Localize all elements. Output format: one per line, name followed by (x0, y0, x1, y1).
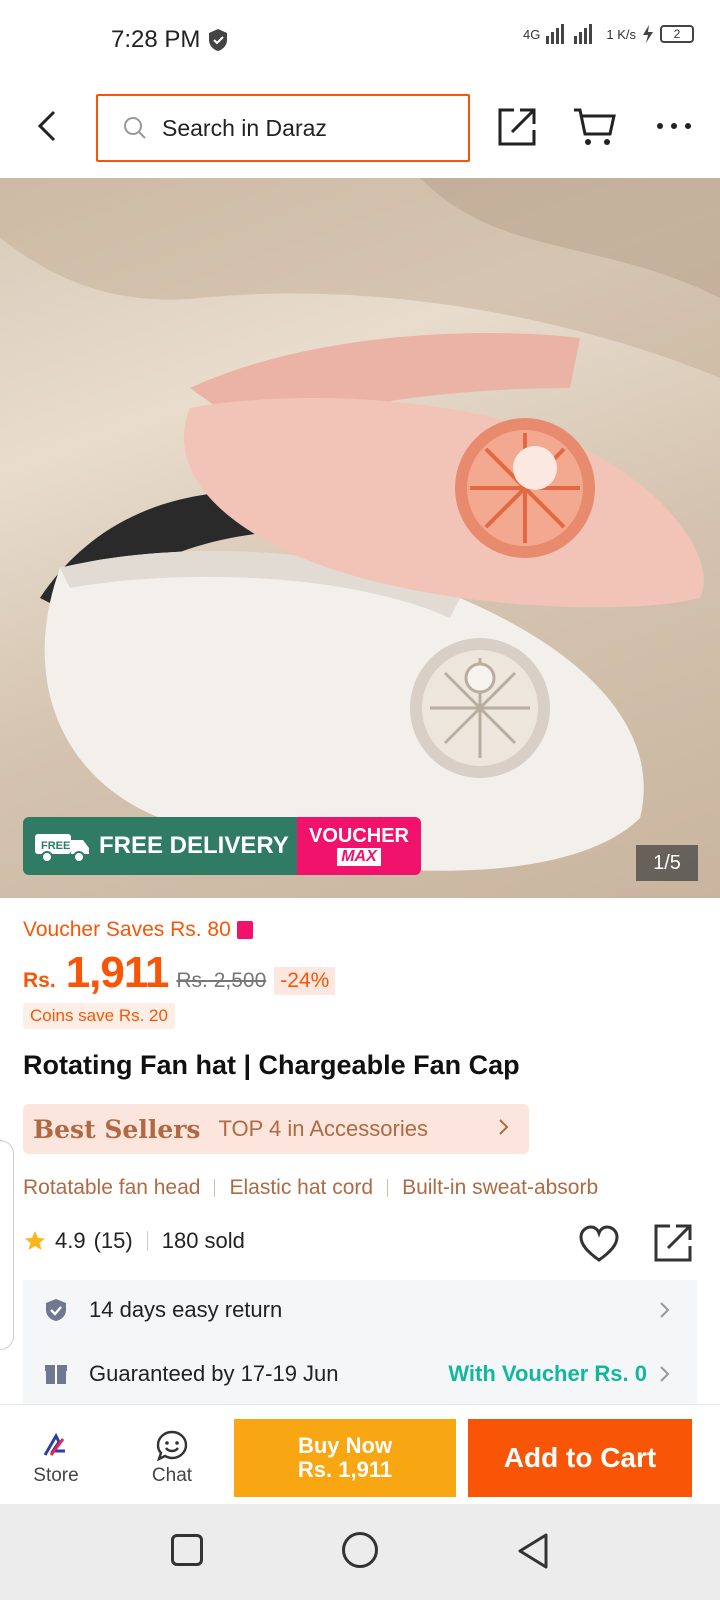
chat-icon (156, 1430, 188, 1462)
status-bar: 7:28 PM 4G 1 K/s 2 (0, 0, 720, 78)
original-price: Rs. 2,500 (176, 969, 267, 992)
price-row: Rs. 1,911 Rs. 2,500 -24% (23, 948, 336, 998)
promo-banner: FREE FREE DELIVERY VOUCHER MAX (23, 817, 421, 875)
voucher-saves-label: Voucher Saves Rs. 80 (23, 918, 231, 941)
price-currency: Rs. (23, 969, 56, 992)
return-policy-row[interactable]: 14 days easy return (23, 1280, 697, 1340)
add-to-cart-button[interactable]: Add to Cart (468, 1419, 692, 1497)
feature-tag: Elastic hat cord (229, 1176, 374, 1199)
service-info-box: 14 days easy return Guaranteed by 17-19 … (23, 1280, 697, 1404)
delivery-row[interactable]: Guaranteed by 17-19 Jun With Voucher Rs.… (23, 1344, 697, 1404)
chat-button[interactable]: Chat (138, 1429, 206, 1487)
truck-free-label: FREE (41, 840, 70, 852)
free-delivery-label: FREE DELIVERY (99, 832, 289, 859)
search-icon (124, 117, 146, 139)
bottom-action-bar: Store Chat Buy Now Rs. 1,911 Add to Cart (0, 1404, 720, 1504)
cart-icon[interactable] (572, 106, 618, 148)
search-placeholder: Search in Daraz (162, 114, 327, 141)
best-sellers-banner[interactable]: Best Sellers TOP 4 in Accessories (23, 1104, 529, 1154)
header: Search in Daraz (0, 78, 720, 178)
sold-count: 180 sold (161, 1228, 245, 1253)
feature-tag: Rotatable fan head (23, 1176, 201, 1199)
status-time: 7:28 PM (111, 26, 201, 53)
recent-apps-icon[interactable] (171, 1534, 203, 1566)
chevron-right-icon (660, 1302, 670, 1318)
chat-label: Chat (151, 1465, 193, 1486)
battery-icon: 2 (660, 25, 694, 43)
voucher-max-label: MAX (337, 848, 381, 866)
charging-icon (643, 25, 653, 43)
back-triangle-icon[interactable] (516, 1532, 550, 1570)
network-type: 4G (523, 26, 541, 42)
store-button[interactable]: Store (22, 1433, 90, 1487)
buy-now-button[interactable]: Buy Now Rs. 1,911 (234, 1419, 456, 1497)
discount-badge: -24% (274, 967, 336, 995)
voucher-label: VOUCHER (308, 825, 409, 847)
truck-icon: FREE (35, 834, 89, 863)
free-delivery-tag: FREE FREE DELIVERY (23, 817, 297, 875)
voucher-badge-icon (236, 921, 253, 939)
data-speed: 1 K/s (606, 26, 636, 42)
chevron-right-icon (660, 1366, 670, 1382)
back-arrow-icon[interactable] (28, 106, 68, 146)
buy-now-label: Buy Now (297, 1432, 393, 1458)
voucher-saves[interactable]: Voucher Saves Rs. 80 (23, 918, 253, 942)
shield-check-icon (46, 1299, 66, 1321)
share-icon[interactable] (496, 106, 538, 148)
share-icon[interactable] (652, 1222, 694, 1264)
signal-icon (546, 24, 593, 44)
store-logo-icon (43, 1433, 65, 1456)
side-drawer-handle[interactable] (0, 1140, 14, 1350)
review-count: (15) (93, 1228, 133, 1253)
rating-value: 4.9 (55, 1228, 86, 1253)
store-label: Store (33, 1465, 79, 1486)
buy-now-price: Rs. 1,911 (297, 1457, 393, 1482)
rating-row[interactable]: 4.9 (15) 180 sold (23, 1228, 245, 1254)
current-price: 1,911 (65, 948, 170, 997)
best-sellers-title: Best Sellers (33, 1114, 201, 1144)
product-image-gallery[interactable] (0, 178, 720, 898)
search-input[interactable]: Search in Daraz (96, 94, 470, 162)
coins-save-badge: Coins save Rs. 20 (23, 1003, 175, 1029)
product-photo (0, 178, 720, 871)
more-options-icon[interactable] (654, 106, 694, 146)
delivery-guarantee-text: Guaranteed by 17-19 Jun (89, 1361, 339, 1386)
feature-tags: Rotatable fan head Elastic hat cord Built-… (23, 1176, 720, 1206)
delivery-box-icon (45, 1365, 67, 1384)
return-policy-text: 14 days easy return (89, 1297, 283, 1322)
best-sellers-rank: TOP 4 in Accessories (218, 1116, 428, 1141)
heart-icon[interactable] (578, 1224, 620, 1264)
voucher-max-tag: VOUCHER MAX (297, 817, 421, 875)
shield-icon (209, 29, 227, 51)
product-title: Rotating Fan hat | Chargeable Fan Cap (23, 1050, 520, 1080)
image-counter: 1/5 (636, 845, 698, 881)
home-icon[interactable] (342, 1532, 378, 1568)
delivery-voucher-text: With Voucher Rs. 0 (448, 1361, 647, 1386)
chevron-right-icon (499, 1119, 509, 1135)
star-icon (25, 1231, 45, 1250)
status-indicators: 4G 1 K/s 2 (523, 24, 694, 44)
system-nav-bar (0, 1504, 720, 1600)
feature-tag: Built-in sweat-absorb (402, 1176, 599, 1199)
